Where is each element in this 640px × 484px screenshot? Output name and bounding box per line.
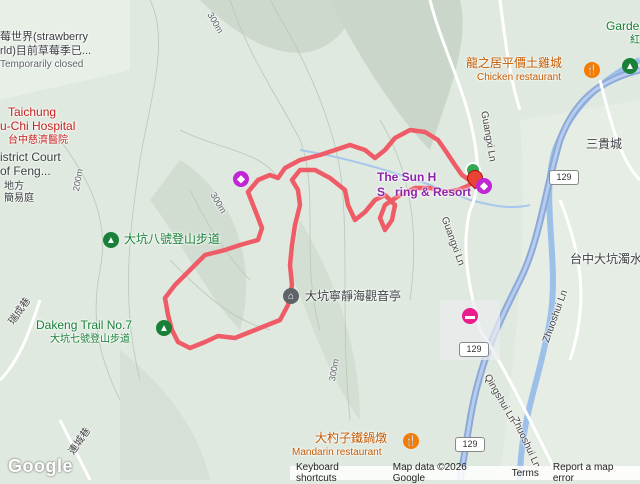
- poi-hospital-line2: u-Chi Hospital: [0, 119, 76, 133]
- poi-garden-line2: 紅: [630, 35, 640, 46]
- report-error-link[interactable]: Report a map error: [553, 462, 634, 484]
- poi-sun-hotel-line2b: ring & Resort: [395, 185, 472, 199]
- restaurant-icon[interactable]: 🍴: [403, 433, 419, 449]
- poi-trail-8[interactable]: 大坑八號登山步道: [124, 233, 220, 246]
- poi-strawberry-world-line2: rld)目前草莓季已...: [0, 45, 92, 57]
- hotel-icon[interactable]: ▬: [462, 308, 478, 324]
- route-129-shield: 129: [455, 437, 485, 452]
- park-icon[interactable]: ▲: [622, 58, 638, 74]
- poi-mandarin-restaurant-type: Mandarin restaurant: [292, 447, 382, 458]
- poi-trail-7-zh: 大坑七號登山步道: [50, 334, 130, 345]
- google-logo: Google: [8, 456, 73, 476]
- poi-district-court-line2: of Feng...: [0, 164, 51, 178]
- place-sanguancheng[interactable]: 三貴城: [586, 138, 622, 151]
- poi-district-court-line4: 簡易庭: [4, 193, 34, 204]
- shopping-icon[interactable]: ◆: [476, 178, 492, 194]
- poi-sun-hotel[interactable]: The Sun H: [377, 171, 436, 184]
- keyboard-shortcuts-link[interactable]: Keyboard shortcuts: [296, 462, 379, 484]
- park-icon[interactable]: ▲: [103, 232, 119, 248]
- poi-mandarin-restaurant[interactable]: 大杓子鐵鍋燉: [315, 432, 387, 445]
- poi-chicken-restaurant-type: Chicken restaurant: [477, 72, 561, 83]
- poi-hospital[interactable]: Taichung: [8, 106, 56, 119]
- temple-icon[interactable]: ⌂: [283, 288, 299, 304]
- poi-status: Temporarily closed: [0, 59, 84, 70]
- poi-chicken-restaurant[interactable]: 龍之居平價土雞城: [466, 57, 562, 70]
- poi-district-court[interactable]: istrict Court: [0, 151, 61, 164]
- poi-temple[interactable]: 大坑寧靜海觀音亭: [305, 290, 401, 303]
- restaurant-icon[interactable]: 🍴: [584, 62, 600, 78]
- poi-strawberry-world[interactable]: 莓世界(strawberry: [0, 31, 88, 44]
- terms-link[interactable]: Terms: [512, 468, 539, 479]
- poi-trail-7[interactable]: Dakeng Trail No.7: [36, 319, 132, 332]
- attribution-bar: Keyboard shortcuts Map data ©2026 Google…: [290, 462, 640, 484]
- place-taichung-dakeng[interactable]: 台中大坑濁水: [570, 253, 640, 266]
- route-129-shield: 129: [459, 342, 489, 357]
- park-icon[interactable]: ▲: [156, 320, 172, 336]
- map-data-text: Map data ©2026 Google: [392, 462, 467, 484]
- poi-hospital-line3: 台中慈濟醫院: [8, 135, 68, 146]
- poi-sun-hotel-line2a: S: [377, 185, 386, 199]
- attraction-icon[interactable]: ◆: [233, 171, 249, 187]
- route-129-shield: 129: [549, 170, 579, 185]
- poi-garden[interactable]: Garde: [606, 20, 639, 33]
